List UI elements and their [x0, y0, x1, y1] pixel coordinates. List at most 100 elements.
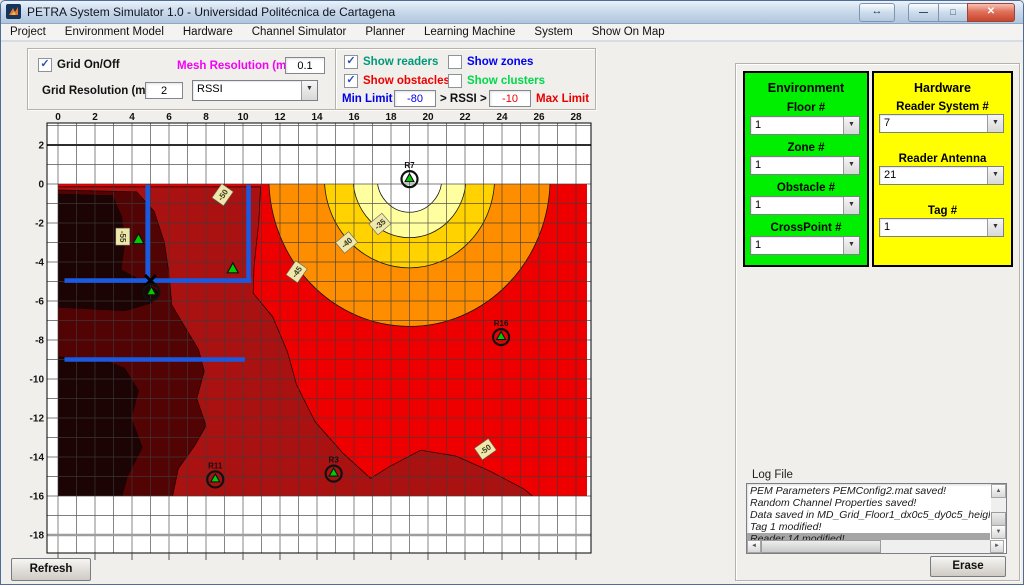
svg-text:R11: R11 [208, 461, 223, 470]
svg-text:4: 4 [129, 112, 135, 123]
menu-item-hardware[interactable]: Hardware [183, 24, 233, 40]
environment-dropdown-3[interactable]: 1▼ [750, 236, 860, 255]
environment-value-2: 1 [751, 197, 843, 214]
grid-onoff-row: ✓ Grid On/Off [38, 58, 120, 72]
environment-label-2: Obstacle # [745, 182, 867, 194]
min-limit-label: Min Limit [342, 93, 392, 105]
svg-text:6: 6 [166, 112, 172, 123]
grid-resolution-label: Grid Resolution (m) [42, 85, 149, 97]
hardware-dropdown-2[interactable]: 1▼ [879, 218, 1004, 237]
menu-item-environment-model[interactable]: Environment Model [65, 24, 164, 40]
dock-button[interactable]: ↔ [859, 3, 895, 22]
show-obstacles-label: Show obstacles [363, 75, 450, 87]
hardware-value-2: 1 [880, 219, 987, 236]
show-clusters-checkbox[interactable] [448, 74, 462, 88]
hardware-label-2: Tag # [874, 205, 1011, 217]
app-window: PETRA System Simulator 1.0 - Universidad… [0, 0, 1024, 585]
log-hscrollbar[interactable]: ◄ ► [747, 540, 1004, 553]
chevron-down-icon[interactable]: ▼ [843, 197, 859, 214]
log-entry[interactable]: Data saved in MD_Grid_Floor1_dx0c5_dy0c5… [747, 509, 990, 521]
menu-item-learning-machine[interactable]: Learning Machine [424, 24, 515, 40]
minimize-button[interactable]: — [908, 3, 938, 22]
mesh-resolution-input[interactable] [285, 57, 325, 74]
svg-text:18: 18 [385, 112, 397, 123]
metric-dropdown[interactable]: RSSI ▼ [192, 80, 318, 101]
chevron-down-icon[interactable]: ▼ [843, 237, 859, 254]
max-limit-input[interactable] [489, 90, 531, 107]
menu-item-channel-simulator[interactable]: Channel Simulator [252, 24, 347, 40]
map-plot[interactable]: R7R16R11R3-50-55-35-40-45-50024681012141… [21, 111, 603, 563]
svg-text:R3: R3 [329, 456, 340, 465]
svg-text:8: 8 [203, 112, 209, 123]
hardware-label-0: Reader System # [874, 101, 1011, 113]
environment-label-1: Zone # [745, 142, 867, 154]
mesh-resolution-label: Mesh Resolution (m) [177, 60, 290, 72]
show-zones-label: Show zones [467, 56, 533, 68]
hscroll-thumb[interactable] [761, 540, 881, 553]
maximize-button[interactable]: □ [938, 3, 967, 22]
svg-text:-16: -16 [30, 492, 45, 503]
chevron-down-icon[interactable]: ▼ [843, 117, 859, 134]
hardware-dropdown-0[interactable]: 7▼ [879, 114, 1004, 133]
menu-item-show-on-map[interactable]: Show On Map [592, 24, 665, 40]
show-readers-label: Show readers [363, 56, 438, 68]
svg-text:14: 14 [311, 112, 323, 123]
show-clusters-row: Show clusters [448, 74, 545, 88]
svg-text:24: 24 [496, 112, 508, 123]
scroll-left-icon[interactable]: ◄ [747, 540, 761, 553]
show-obstacles-checkbox[interactable]: ✓ [344, 74, 358, 88]
svg-text:12: 12 [274, 112, 286, 123]
environment-dropdown-0[interactable]: 1▼ [750, 116, 860, 135]
log-entry[interactable]: Random Channel Properties saved! [747, 497, 990, 509]
show-readers-row: ✓ Show readers [344, 55, 438, 69]
chevron-down-icon[interactable]: ▼ [987, 219, 1003, 236]
rssi-range-label: > RSSI > [440, 93, 487, 105]
environment-panel: Environment Floor #1▼Zone #1▼Obstacle #1… [743, 71, 869, 267]
chevron-down-icon[interactable]: ▼ [843, 157, 859, 174]
grid-resolution-input[interactable] [145, 82, 183, 99]
environment-panel-title: Environment [745, 81, 867, 95]
environment-dropdown-2[interactable]: 1▼ [750, 196, 860, 215]
environment-label-0: Floor # [745, 102, 867, 114]
svg-text:R7: R7 [404, 161, 415, 170]
close-button[interactable]: ✕ [967, 3, 1015, 22]
scroll-down-icon[interactable]: ▼ [991, 525, 1006, 539]
show-zones-checkbox[interactable] [448, 55, 462, 69]
svg-text:22: 22 [459, 112, 471, 123]
svg-text:16: 16 [348, 112, 360, 123]
refresh-button[interactable]: Refresh [11, 558, 91, 581]
log-vscrollbar[interactable]: ▲ ▼ [991, 484, 1006, 539]
chevron-down-icon[interactable]: ▼ [987, 167, 1003, 184]
menu-item-planner[interactable]: Planner [365, 24, 405, 40]
titlebar[interactable]: PETRA System Simulator 1.0 - Universidad… [1, 1, 1023, 24]
svg-text:20: 20 [422, 112, 434, 123]
menu-item-project[interactable]: Project [10, 24, 46, 40]
right-side-panel: Environment Floor #1▼Zone #1▼Obstacle #1… [735, 63, 1020, 581]
chevron-down-icon[interactable]: ▼ [301, 81, 317, 100]
show-readers-checkbox[interactable]: ✓ [344, 55, 358, 69]
log-listbox[interactable]: PEM Parameters PEMConfig2.mat saved!Rand… [746, 483, 1007, 554]
log-entry[interactable]: PEM Parameters PEMConfig2.mat saved! [747, 485, 990, 497]
metric-dropdown-value: RSSI [193, 81, 301, 100]
hardware-dropdown-1[interactable]: 21▼ [879, 166, 1004, 185]
hardware-panel-title: Hardware [874, 81, 1011, 95]
min-limit-input[interactable] [394, 90, 436, 107]
svg-text:-55: -55 [118, 231, 127, 243]
svg-text:-12: -12 [30, 414, 45, 425]
svg-text:-4: -4 [35, 258, 44, 269]
environment-dropdown-1[interactable]: 1▼ [750, 156, 860, 175]
chevron-down-icon[interactable]: ▼ [987, 115, 1003, 132]
svg-text:0: 0 [55, 112, 61, 123]
environment-value-0: 1 [751, 117, 843, 134]
show-obstacles-row: ✓ Show obstacles [344, 74, 450, 88]
menu-item-system[interactable]: System [534, 24, 572, 40]
svg-text:R16: R16 [494, 319, 509, 328]
app-icon [6, 4, 21, 19]
scroll-up-icon[interactable]: ▲ [991, 484, 1006, 498]
svg-text:28: 28 [570, 112, 582, 123]
erase-button[interactable]: Erase [930, 556, 1006, 577]
scroll-right-icon[interactable]: ► [990, 540, 1004, 553]
grid-onoff-checkbox[interactable]: ✓ [38, 58, 52, 72]
environment-label-3: CrossPoint # [745, 222, 867, 234]
log-entry[interactable]: Tag 1 modified! [747, 521, 990, 533]
